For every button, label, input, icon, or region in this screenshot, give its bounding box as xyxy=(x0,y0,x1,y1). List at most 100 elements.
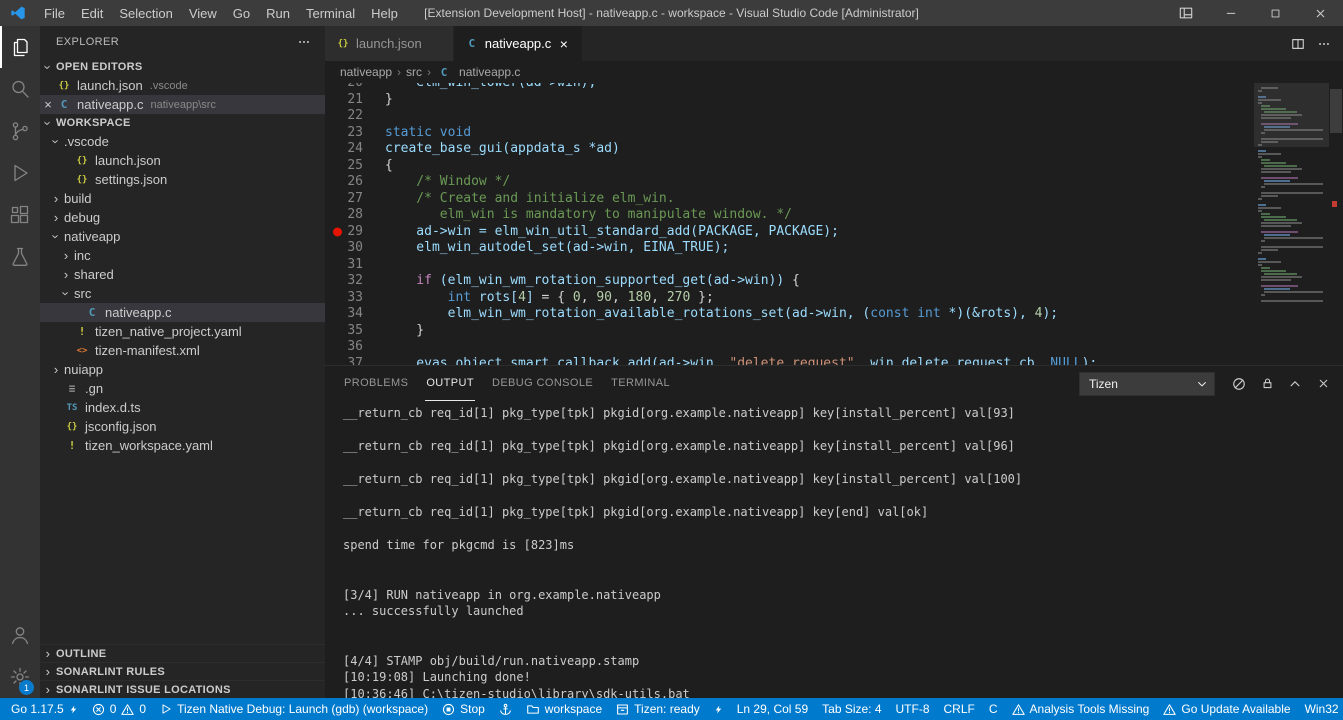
open-editors-header[interactable]: › OPEN EDITORS xyxy=(40,58,325,76)
tab-launch-json[interactable]: {}launch.json xyxy=(325,26,454,61)
code-line[interactable]: 25{ xyxy=(325,158,1254,175)
code-line[interactable]: 30 elm_win_autodel_set(ad->win, EINA_TRU… xyxy=(325,240,1254,257)
folder-shared[interactable]: ›shared xyxy=(40,265,325,284)
activity-search[interactable] xyxy=(0,68,40,110)
code-line[interactable]: 20 elm_win_lower(ad->win); xyxy=(325,83,1254,92)
status-workspace-folder[interactable]: workspace xyxy=(519,698,609,720)
folder-nativeapp[interactable]: ›nativeapp xyxy=(40,227,325,246)
status-device[interactable] xyxy=(492,698,519,720)
line-number[interactable]: 33 xyxy=(325,290,385,307)
file-index-d-ts[interactable]: TSindex.d.ts xyxy=(40,398,325,417)
minimize-button[interactable] xyxy=(1208,0,1253,26)
code-line[interactable]: 32 if (elm_win_wm_rotation_supported_get… xyxy=(325,273,1254,290)
open-editor-launch-json[interactable]: {}launch.json.vscode xyxy=(40,76,325,95)
code-line[interactable]: 26 /* Window */ xyxy=(325,174,1254,191)
activity-source-control[interactable] xyxy=(0,110,40,152)
breadcrumb-item-nativeapp-c[interactable]: Cnativeapp.c xyxy=(436,64,520,80)
line-number[interactable]: 25 xyxy=(325,158,385,175)
panel-tab-terminal[interactable]: TERMINAL xyxy=(610,366,671,401)
scrollbar-thumb[interactable] xyxy=(1330,89,1342,133)
status-encoding[interactable]: UTF-8 xyxy=(889,698,937,720)
status-power[interactable] xyxy=(707,698,730,720)
open-editor-nativeapp-c[interactable]: ×Cnativeapp.cnativeapp\src xyxy=(40,95,325,114)
folder-vscode[interactable]: ›.vscode xyxy=(40,132,325,151)
output-channel-select[interactable]: Tizen xyxy=(1079,372,1215,396)
status-go-update[interactable]: Go Update Available xyxy=(1156,698,1297,720)
panel-tab-debug-console[interactable]: DEBUG CONSOLE xyxy=(491,366,594,401)
breadcrumb-item-src[interactable]: src xyxy=(406,65,422,79)
line-number[interactable]: 36 xyxy=(325,339,385,356)
file-tizen-workspace-yaml[interactable]: !tizen_workspace.yaml xyxy=(40,436,325,455)
folder-build[interactable]: ›build xyxy=(40,189,325,208)
file-gn[interactable]: ≡.gn xyxy=(40,379,325,398)
file-jsconfig-json[interactable]: {}jsconfig.json xyxy=(40,417,325,436)
tab-nativeapp-c[interactable]: Cnativeapp.c× xyxy=(454,26,584,61)
line-number[interactable]: 22 xyxy=(325,108,385,125)
file-tizen-native-project-yaml[interactable]: !tizen_native_project.yaml xyxy=(40,322,325,341)
code-line[interactable]: 23static void xyxy=(325,125,1254,142)
line-number[interactable]: 37 xyxy=(325,356,385,366)
code-line[interactable]: 29 ad->win = elm_win_util_standard_add(P… xyxy=(325,224,1254,241)
menu-run[interactable]: Run xyxy=(258,0,298,26)
close-button[interactable] xyxy=(1298,0,1343,26)
line-number[interactable]: 21 xyxy=(325,92,385,109)
line-number[interactable]: 31 xyxy=(325,257,385,274)
activity-settings[interactable]: 1 xyxy=(0,656,40,698)
line-number[interactable]: 23 xyxy=(325,125,385,142)
minimap[interactable] xyxy=(1254,83,1329,365)
status-language-mode[interactable]: C xyxy=(982,698,1005,720)
menu-file[interactable]: File xyxy=(36,0,73,26)
status-stop-debug[interactable]: Stop xyxy=(435,698,492,720)
file-settings-json[interactable]: {}settings.json xyxy=(40,170,325,189)
code-line[interactable]: 35 } xyxy=(325,323,1254,340)
workspace-header[interactable]: › WORKSPACE xyxy=(40,114,325,132)
status-cursor-position[interactable]: Ln 29, Col 59 xyxy=(730,698,815,720)
line-number[interactable]: 32 xyxy=(325,273,385,290)
folder-nuiapp[interactable]: ›nuiapp xyxy=(40,360,325,379)
editor-scrollbar[interactable] xyxy=(1329,83,1343,365)
folder-debug[interactable]: ›debug xyxy=(40,208,325,227)
split-editor-icon[interactable] xyxy=(1291,37,1305,51)
more-actions-icon[interactable] xyxy=(297,35,311,49)
close-icon[interactable]: × xyxy=(555,36,572,52)
line-number[interactable]: 28 xyxy=(325,207,385,224)
file-launch-json[interactable]: {}launch.json xyxy=(40,151,325,170)
line-number[interactable]: 29 xyxy=(325,224,385,241)
code-line[interactable]: 21} xyxy=(325,92,1254,109)
section-sonarlint-issue-locations[interactable]: ›SONARLINT ISSUE LOCATIONS xyxy=(40,680,325,698)
minimap-slider[interactable] xyxy=(1254,83,1329,147)
activity-sonarlint[interactable] xyxy=(0,236,40,278)
code-editor[interactable]: 20 elm_win_lower(ad->win);21}2223static … xyxy=(325,83,1254,365)
activity-extensions[interactable] xyxy=(0,194,40,236)
menu-go[interactable]: Go xyxy=(225,0,258,26)
status-analysis-tools[interactable]: Analysis Tools Missing xyxy=(1005,698,1157,720)
menu-terminal[interactable]: Terminal xyxy=(298,0,363,26)
close-icon[interactable]: × xyxy=(40,97,56,112)
activity-accounts[interactable] xyxy=(0,614,40,656)
status-eol[interactable]: CRLF xyxy=(937,698,982,720)
section-outline[interactable]: ›OUTLINE xyxy=(40,644,325,662)
line-number[interactable]: 34 xyxy=(325,306,385,323)
code-line[interactable]: 22 xyxy=(325,108,1254,125)
output-content[interactable]: __return_cb req_id[1] pkg_type[tpk] pkgi… xyxy=(325,401,1343,698)
status-tizen-status[interactable]: Tizen: ready xyxy=(609,698,707,720)
menu-help[interactable]: Help xyxy=(363,0,406,26)
code-line[interactable]: 28 elm_win is mandatory to manipulate wi… xyxy=(325,207,1254,224)
code-line[interactable]: 24create_base_gui(appdata_s *ad) xyxy=(325,141,1254,158)
line-number[interactable]: 26 xyxy=(325,174,385,191)
code-line[interactable]: 34 elm_win_wm_rotation_available_rotatio… xyxy=(325,306,1254,323)
line-number[interactable]: 35 xyxy=(325,323,385,340)
maximize-panel-button[interactable] xyxy=(1285,374,1305,394)
status-problems[interactable]: 00 xyxy=(85,698,153,720)
file-nativeapp-c[interactable]: Cnativeapp.c xyxy=(40,303,325,322)
menu-edit[interactable]: Edit xyxy=(73,0,111,26)
menu-view[interactable]: View xyxy=(181,0,225,26)
panel-tab-problems[interactable]: PROBLEMS xyxy=(343,366,409,401)
code-line[interactable]: 37 evas_object_smart_callback_add(ad->wi… xyxy=(325,356,1254,366)
maximize-button[interactable] xyxy=(1253,0,1298,26)
clear-output-button[interactable] xyxy=(1229,374,1249,394)
line-number[interactable]: 24 xyxy=(325,141,385,158)
activity-explorer[interactable] xyxy=(0,26,40,68)
layout-button[interactable] xyxy=(1163,0,1208,26)
line-number[interactable]: 20 xyxy=(325,83,385,92)
